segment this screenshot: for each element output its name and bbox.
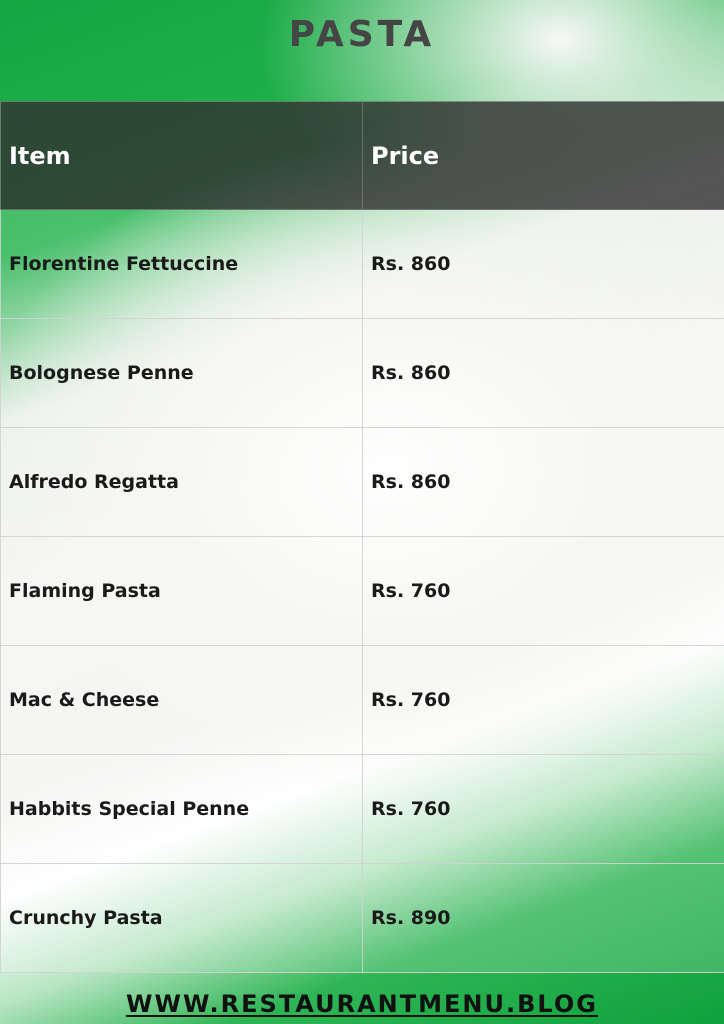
footer-website-link[interactable]: WWW.RESTAURANTMENU.BLOG [0,990,724,1018]
item-price: Rs. 860 [362,427,724,537]
item-name: Flaming Pasta [0,536,363,646]
item-price: Rs. 760 [362,645,724,755]
item-price: Rs. 860 [362,209,724,319]
item-name: Alfredo Regatta [0,427,363,537]
item-name: Florentine Fettuccine [0,209,363,319]
item-name: Habbits Special Penne [0,754,363,864]
table-row: Habbits Special Penne Rs. 760 [0,754,724,864]
item-name: Mac & Cheese [0,645,363,755]
column-header-price: Price [362,101,724,210]
table-header-row: Item Price [0,101,724,210]
item-name: Crunchy Pasta [0,863,363,973]
page-title: PASTA [288,14,436,55]
item-price: Rs. 890 [362,863,724,973]
item-name: Bolognese Penne [0,318,363,428]
menu-table: Item Price Florentine Fettuccine Rs. 860… [0,101,724,973]
item-price: Rs. 760 [362,536,724,646]
table-row: Crunchy Pasta Rs. 890 [0,863,724,973]
table-row: Mac & Cheese Rs. 760 [0,645,724,755]
table-row: Florentine Fettuccine Rs. 860 [0,209,724,319]
table-row: Bolognese Penne Rs. 860 [0,318,724,428]
table-row: Alfredo Regatta Rs. 860 [0,427,724,537]
column-header-item: Item [0,101,363,210]
item-price: Rs. 860 [362,318,724,428]
item-price: Rs. 760 [362,754,724,864]
table-row: Flaming Pasta Rs. 760 [0,536,724,646]
